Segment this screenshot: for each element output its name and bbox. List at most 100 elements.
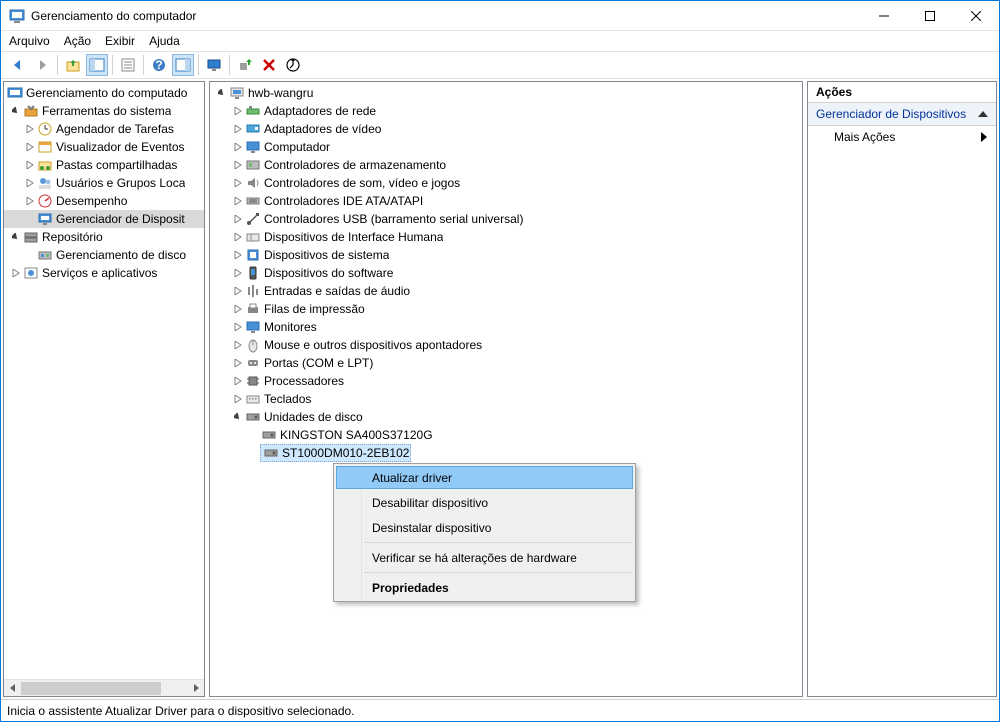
expand-caret-icon[interactable] [24, 123, 36, 135]
scroll-left-button[interactable] [4, 680, 21, 697]
cat-software-devices[interactable]: Dispositivos do software [212, 264, 802, 282]
ctx-update-driver[interactable]: Atualizar driver [336, 466, 633, 489]
cat-usb-controllers[interactable]: Controladores USB (barramento serial uni… [212, 210, 802, 228]
cat-hid[interactable]: Dispositivos de Interface Humana [212, 228, 802, 246]
expand-caret-icon[interactable] [232, 357, 244, 369]
expand-caret-icon[interactable] [10, 267, 22, 279]
cat-audio-io[interactable]: Entradas e saídas de áudio [212, 282, 802, 300]
expand-caret-icon[interactable] [232, 321, 244, 333]
expand-caret-icon[interactable] [232, 105, 244, 117]
monitor-icon-button[interactable] [203, 54, 225, 76]
expand-caret-icon[interactable] [232, 213, 244, 225]
actions-more-actions[interactable]: Mais Ações [808, 126, 996, 148]
tree-event-viewer[interactable]: Visualizador de Eventos [4, 138, 204, 156]
event-viewer-icon [37, 139, 53, 155]
close-button[interactable] [953, 1, 999, 31]
expand-caret-icon[interactable] [232, 231, 244, 243]
collapse-caret-icon[interactable] [232, 411, 244, 423]
collapse-caret-icon[interactable] [10, 105, 22, 117]
storage-icon [23, 229, 39, 245]
expand-caret-icon[interactable] [232, 375, 244, 387]
hdd-icon [261, 427, 277, 443]
svg-text:?: ? [155, 58, 162, 72]
expand-caret-icon[interactable] [232, 249, 244, 261]
help-button[interactable]: ? [148, 54, 170, 76]
tree-performance[interactable]: Desempenho [4, 192, 204, 210]
tree-shared-folders[interactable]: Pastas compartilhadas [4, 156, 204, 174]
menu-action[interactable]: Ação [64, 34, 91, 48]
expand-caret-icon[interactable] [232, 285, 244, 297]
expand-caret-icon[interactable] [24, 195, 36, 207]
tree-system-tools[interactable]: Ferramentas do sistema [4, 102, 204, 120]
expand-caret-icon[interactable] [24, 159, 36, 171]
show-hide-tree-button[interactable] [86, 54, 108, 76]
cat-storage-controllers[interactable]: Controladores de armazenamento [212, 156, 802, 174]
expand-caret-icon[interactable] [232, 123, 244, 135]
cat-network-adapters[interactable]: Adaptadores de rede [212, 102, 802, 120]
ctx-disable-device[interactable]: Desabilitar dispositivo [336, 491, 633, 514]
disk-st1000[interactable]: ST1000DM010-2EB102 [212, 444, 802, 462]
scroll-thumb[interactable] [21, 682, 161, 695]
show-hide-actions-button[interactable] [172, 54, 194, 76]
collapse-caret-icon[interactable] [216, 87, 228, 99]
collapse-caret-icon[interactable] [10, 231, 22, 243]
uninstall-device-button[interactable] [258, 54, 280, 76]
cat-computer[interactable]: Computador [212, 138, 802, 156]
device-label: KINGSTON SA400S37120G [280, 428, 433, 442]
ctx-scan-hardware[interactable]: Verificar se há alterações de hardware [336, 546, 633, 569]
expand-caret-icon[interactable] [232, 393, 244, 405]
expand-caret-icon[interactable] [24, 177, 36, 189]
cat-processors[interactable]: Processadores [212, 372, 802, 390]
disk-drive-icon [245, 409, 261, 425]
up-level-button[interactable] [62, 54, 84, 76]
expand-caret-icon[interactable] [232, 141, 244, 153]
tree-root-computer-management[interactable]: Gerenciamento do computado [4, 84, 204, 102]
tree-local-users-groups[interactable]: Usuários e Grupos Loca [4, 174, 204, 192]
printer-icon [245, 301, 261, 317]
disk-kingston[interactable]: KINGSTON SA400S37120G [212, 426, 802, 444]
expand-caret-icon[interactable] [232, 267, 244, 279]
scroll-right-button[interactable] [187, 680, 204, 697]
menu-help[interactable]: Ajuda [149, 34, 180, 48]
cat-keyboards[interactable]: Teclados [212, 390, 802, 408]
cat-monitors[interactable]: Monitores [212, 318, 802, 336]
cat-sound-controllers[interactable]: Controladores de som, vídeo e jogos [212, 174, 802, 192]
cat-print-queues[interactable]: Filas de impressão [212, 300, 802, 318]
expand-caret-icon[interactable] [24, 141, 36, 153]
expand-caret-icon[interactable] [232, 339, 244, 351]
cat-mouse[interactable]: Mouse e outros dispositivos apontadores [212, 336, 802, 354]
toolbar-separator [112, 55, 113, 75]
back-button[interactable] [7, 54, 29, 76]
cat-display-adapters[interactable]: Adaptadores de vídeo [212, 120, 802, 138]
tree-storage[interactable]: Repositório [4, 228, 204, 246]
tree-task-scheduler[interactable]: Agendador de Tarefas [4, 120, 204, 138]
tree-device-manager[interactable]: Gerenciador de Disposit [4, 210, 204, 228]
expand-caret-icon[interactable] [232, 177, 244, 189]
maximize-button[interactable] [907, 1, 953, 31]
properties-button[interactable] [117, 54, 139, 76]
console-tree[interactable]: Gerenciamento do computado Ferramentas d… [4, 82, 204, 679]
tree-disk-management[interactable]: Gerenciamento de disco [4, 246, 204, 264]
update-driver-button[interactable] [234, 54, 256, 76]
cat-system-devices[interactable]: Dispositivos de sistema [212, 246, 802, 264]
menu-file[interactable]: Arquivo [9, 34, 50, 48]
tree-services-apps[interactable]: Serviços e aplicativos [4, 264, 204, 282]
horizontal-scrollbar[interactable] [4, 679, 204, 696]
device-host[interactable]: hwb-wangru [212, 84, 802, 102]
cat-ports[interactable]: Portas (COM e LPT) [212, 354, 802, 372]
menu-view[interactable]: Exibir [105, 34, 135, 48]
minimize-button[interactable] [861, 1, 907, 31]
expand-caret-icon[interactable] [232, 159, 244, 171]
forward-button[interactable] [31, 54, 53, 76]
expand-caret-icon[interactable] [232, 303, 244, 315]
cat-disk-drives[interactable]: Unidades de disco [212, 408, 802, 426]
scroll-track[interactable] [21, 680, 187, 697]
actions-section-device-manager[interactable]: Gerenciador de Dispositivos [808, 103, 996, 126]
device-label: Monitores [264, 320, 317, 334]
expand-caret-icon[interactable] [232, 195, 244, 207]
device-tree[interactable]: hwb-wangru Adaptadores de rede Adaptador… [210, 82, 802, 696]
ctx-properties[interactable]: Propriedades [336, 576, 633, 599]
cat-ide-controllers[interactable]: Controladores IDE ATA/ATAPI [212, 192, 802, 210]
ctx-uninstall-device[interactable]: Desinstalar dispositivo [336, 516, 633, 539]
scan-hardware-button[interactable] [282, 54, 304, 76]
